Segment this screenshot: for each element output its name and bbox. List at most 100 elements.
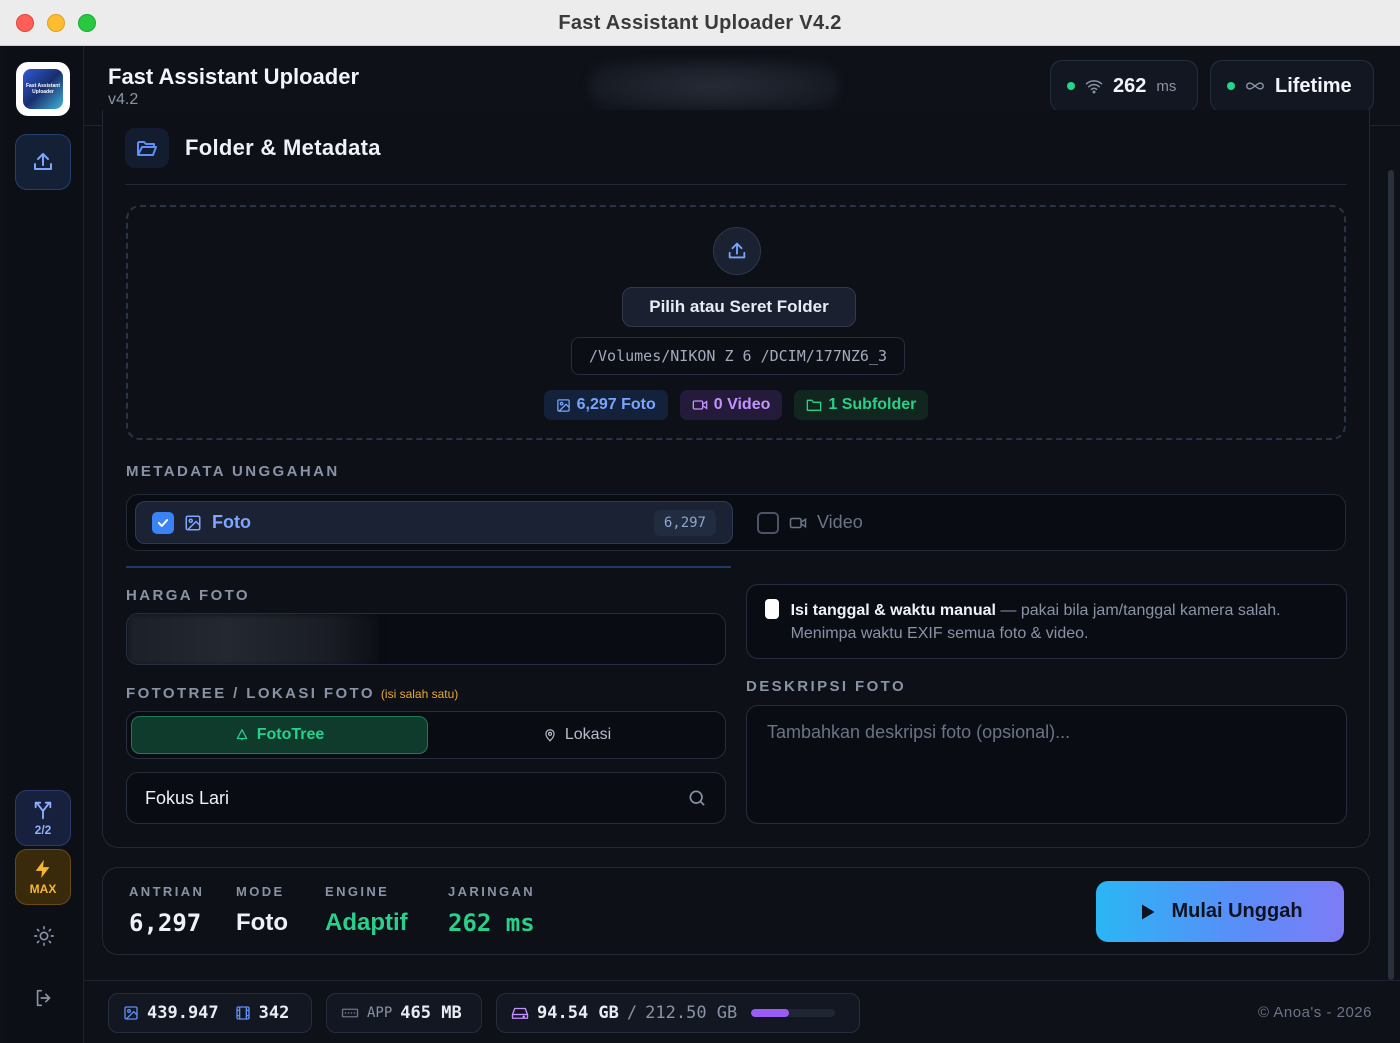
app-logo: Fast Assistant Uploader [16,62,70,116]
image-icon [185,515,201,530]
manual-datetime-option[interactable]: Isi tanggal & waktu manual — pakai bila … [746,584,1347,659]
stat-mode-label: MODE [236,884,285,899]
disk-usage: 94.54 GB / 212.50 GB [496,993,860,1033]
photo-count-chip: 6,297 Foto [543,390,668,420]
folder-path: /Volumes/NIKON Z 6 /DCIM/177NZ6_3 [571,337,905,375]
app-memory-label: APP [367,1005,393,1021]
start-upload-label: Mulai Unggah [1171,900,1303,922]
video-checkbox[interactable] [757,511,779,534]
fototree-search-input[interactable]: Fokus Lari [126,772,726,824]
foto-count-badge: 6,297 [653,509,716,536]
infinity-icon [1246,82,1264,90]
subfolder-count-text: 1 Subfolder [828,396,917,413]
fototree-label-text: FOTOTREE / LOKASI FOTO [126,685,375,702]
stat-mode-value: Foto [236,909,288,936]
status-dot [1227,82,1235,90]
stat-jaringan-label: JARINGAN [448,884,536,899]
film-icon [235,1006,250,1020]
stat-antrian-label: ANTRIAN [129,884,205,899]
stat-mode: MODE Foto [236,884,288,937]
sidebar-upload-button[interactable] [15,134,71,190]
disk-usage-bar-fill [751,1009,789,1017]
deskripsi-label: DESKRIPSI FOTO [746,678,907,695]
films-total: 342 [258,1003,290,1023]
stat-engine-label: ENGINE [325,884,390,899]
fototree-lokasi-toggle: FotoTree Lokasi [126,711,726,759]
deskripsi-textarea[interactable]: Tambahkan deskripsi foto (opsional)... [746,705,1347,824]
play-icon [1142,904,1155,919]
video-icon [789,517,807,528]
active-tab-underline [126,566,731,568]
video-option-label: Video [817,512,863,532]
metadata-label: METADATA UNGGAHAN [126,463,340,480]
metadata-foto-option[interactable]: Foto 6,297 [135,501,733,544]
tab-fototree-label: FotoTree [256,726,325,743]
start-upload-button[interactable]: Mulai Unggah [1096,881,1344,942]
sidebar: Fast Assistant Uploader 2/2 MAX [4,46,84,1043]
tab-lokasi-label: Lokasi [564,726,612,743]
metadata-type-selector: Foto 6,297 Video [126,494,1346,551]
logout-icon [36,989,51,1007]
manual-datetime-text: Isi tanggal & waktu manual — pakai bila … [791,599,1328,645]
stat-jaringan: JARINGAN 262 ms [448,884,535,937]
folder-open-icon [137,141,157,156]
app-memory: APP 465 MB [326,993,482,1033]
fototree-label: FOTOTREE / LOKASI FOTO (isi salah satu) [126,685,458,702]
harga-label: HARGA FOTO [126,587,250,604]
video-icon [692,400,708,410]
deskripsi-placeholder: Tambahkan deskripsi foto (opsional)... [767,722,1071,742]
upload-icon [34,153,52,170]
photo-count-text: 6,297 Foto [576,396,656,413]
harga-input[interactable] [126,613,726,665]
stat-jaringan-value: 262 ms [448,909,535,937]
max-label: MAX [29,882,57,896]
logo-image: Fast Assistant Uploader [23,69,63,109]
folder-dropzone[interactable]: Pilih atau Seret Folder /Volumes/NIKON Z… [126,205,1346,440]
tab-lokasi[interactable]: Lokasi [432,716,722,754]
disk-used: 94.54 GB [537,1003,619,1023]
sidebar-max-button[interactable]: MAX [15,849,71,905]
stat-antrian: ANTRIAN 6,297 [129,884,204,937]
scrollbar[interactable] [1388,170,1394,980]
app-memory-value: 465 MB [400,1003,462,1023]
fototree-hint: (isi salah satu) [380,687,459,701]
choose-folder-button[interactable]: Pilih atau Seret Folder [622,287,856,327]
disk-usage-bar [751,1009,836,1017]
tab-fototree[interactable]: FotoTree [131,716,428,754]
search-icon[interactable] [687,788,707,808]
check-icon [157,518,169,527]
section-header: Folder & Metadata [125,128,381,168]
media-totals: 439.947 342 [108,993,312,1033]
foto-checkbox[interactable] [152,511,174,534]
sidebar-split-button[interactable]: 2/2 [15,790,71,846]
lightning-icon [35,859,50,879]
video-count-text: 0 Video [713,396,771,413]
ping-unit: ms [1156,77,1177,95]
dropzone-upload-icon-wrap [713,227,761,275]
folder-icon [807,399,822,411]
window-title: Fast Assistant Uploader V4.2 [558,12,842,34]
fototree-search-value: Fokus Lari [145,787,230,808]
sun-icon [34,926,54,946]
section-icon [125,128,169,168]
stat-engine-value: Adaptif [325,909,408,936]
license-badge: Lifetime [1210,60,1374,112]
logout-button[interactable] [28,982,60,1014]
video-count-chip: 0 Video [679,390,783,420]
image-icon [124,1006,138,1020]
window-titlebar: Fast Assistant Uploader V4.2 [0,0,1400,46]
subfolder-count-chip: 1 Subfolder [794,390,929,420]
theme-toggle-button[interactable] [28,920,60,952]
stat-antrian-value: 6,297 [129,909,202,937]
divider [125,184,1347,185]
memory-icon [341,1008,359,1018]
hard-drive-icon [511,1007,529,1019]
app-name: Fast Assistant Uploader [108,64,360,89]
redacted-user-info [589,60,839,112]
redacted-price-value [127,614,379,664]
metadata-video-option[interactable]: Video [757,501,863,544]
photos-total: 439.947 [147,1003,219,1023]
manual-datetime-checkbox[interactable] [765,599,779,619]
split-label: 2/2 [34,823,52,837]
disk-total: 212.50 GB [645,1003,738,1023]
